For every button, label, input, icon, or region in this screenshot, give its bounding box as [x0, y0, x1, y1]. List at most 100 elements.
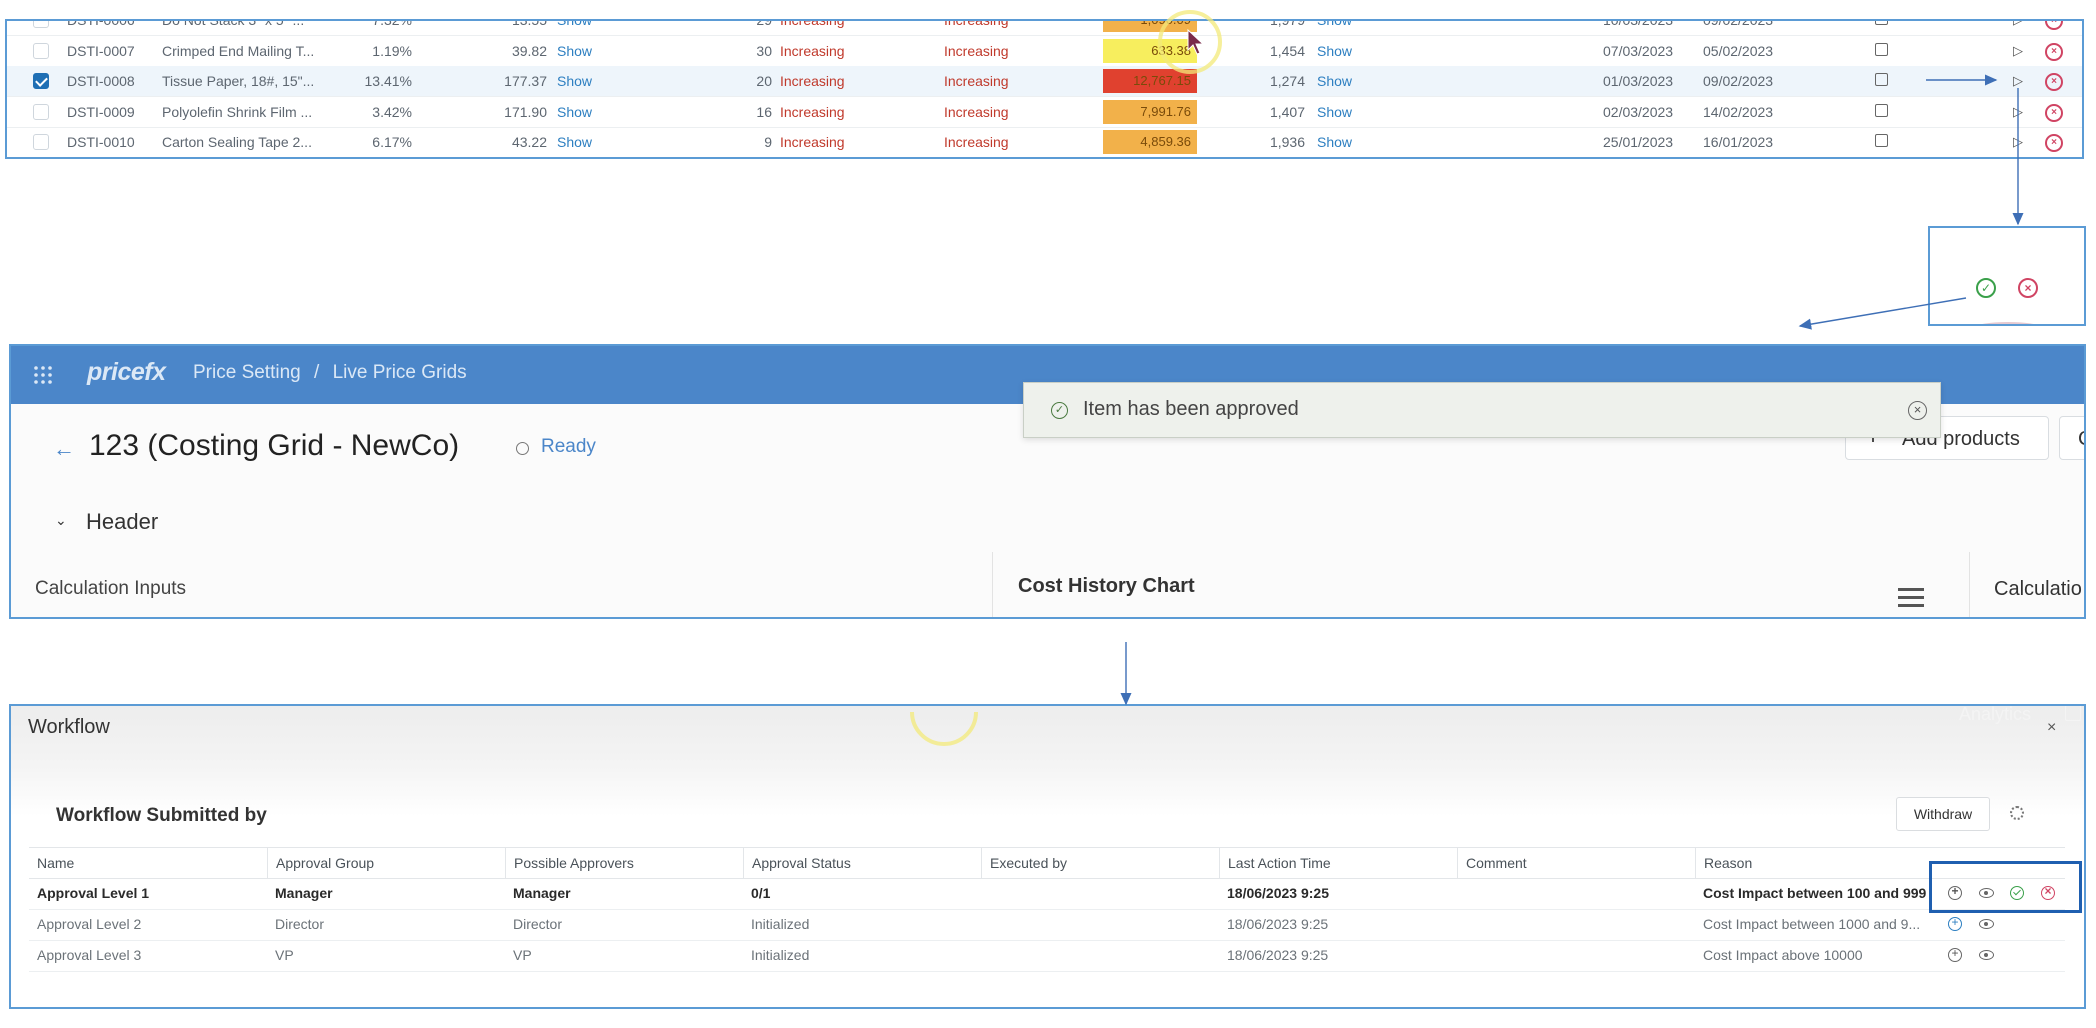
reject-icon[interactable]: × [2045, 134, 2063, 152]
date-value: 09/02/2023 [1703, 73, 1774, 89]
trend-value: Increasing [944, 19, 1009, 28]
price-value: 177.37 [504, 73, 547, 89]
show-link[interactable]: Show [557, 36, 607, 66]
column-header[interactable]: Name [29, 848, 267, 878]
app-logo[interactable]: pricefx [87, 358, 166, 387]
column-header[interactable]: Last Action Time [1219, 848, 1457, 878]
table-row[interactable]: DSTI-0007 Crimped End Mailing T... 1.19% 39… [7, 36, 2082, 67]
toast-message: Item has been approved [1083, 398, 1299, 420]
show-link[interactable]: Show [557, 127, 607, 157]
show-link[interactable]: Show [1317, 21, 1367, 35]
reject-icon[interactable]: × [2045, 73, 2063, 91]
column-header[interactable]: Possible Approvers [505, 848, 743, 878]
cell-comment [1457, 878, 1703, 909]
cut-off-label: C [2078, 428, 2084, 451]
send-icon[interactable]: ▷ [2010, 73, 2026, 89]
close-circle-icon[interactable]: × [1908, 401, 1927, 420]
trend-value: Increasing [780, 73, 845, 89]
external-link-icon[interactable] [1875, 42, 1888, 56]
checkbox-icon[interactable] [33, 21, 49, 28]
send-icon[interactable]: ▷ [2010, 43, 2026, 59]
reject-icon[interactable]: × [2045, 21, 2063, 30]
withdraw-button[interactable]: Withdraw [1896, 797, 1990, 831]
heat-cell: 1,090.09 [1103, 21, 1197, 32]
apps-grid-icon[interactable] [33, 365, 53, 385]
column-header[interactable]: Comment [1457, 848, 1695, 878]
table-row[interactable]: DSTI-0010 Carton Sealing Tape 2... 6.17% 43… [7, 127, 2082, 157]
show-link[interactable]: Show [1317, 97, 1367, 127]
checkbox-icon[interactable] [33, 73, 49, 89]
show-link[interactable]: Show [557, 66, 607, 96]
analytics-label[interactable]: Analytics [1959, 706, 2031, 725]
workflow-row[interactable]: Approval Level 1 Manager Manager 0/1 18/06/2… [29, 878, 2065, 910]
table-row[interactable]: DSTI-0009 Polyolefin Shrink Film ... 3.42%… [7, 97, 2082, 128]
breadcrumb-live-price-grids[interactable]: Live Price Grids [333, 362, 467, 383]
eye-icon[interactable] [1979, 919, 1994, 929]
cut-off-button[interactable]: C [2059, 416, 2084, 460]
table-row[interactable]: DSTI-0006 Do Not Stack 3" x 5" ... 7.32% 13… [7, 19, 2082, 36]
reject-icon[interactable]: × [2045, 42, 2063, 61]
eye-icon[interactable] [1979, 950, 1994, 960]
send-icon[interactable]: ▷ [2010, 134, 2026, 150]
close-icon[interactable]: × [2047, 719, 2056, 737]
column-header[interactable]: Approval Group [267, 848, 505, 878]
count-value: 1,936 [1269, 134, 1305, 150]
add-circle-icon[interactable] [1948, 915, 1962, 931]
product-id: DSTI-0009 [67, 103, 135, 120]
checkbox-icon[interactable] [33, 134, 49, 150]
table-row[interactable]: DSTI-0008 Tissue Paper, 18#, 15"... 13.41%… [7, 66, 2082, 97]
count-value: 1,274 [1269, 73, 1305, 89]
send-icon[interactable]: ▷ [2010, 104, 2026, 120]
show-link[interactable]: Show [1317, 36, 1367, 66]
show-link[interactable]: Show [1317, 66, 1367, 96]
add-circle-icon[interactable] [1948, 946, 1962, 962]
back-arrow-icon[interactable]: ← [53, 436, 75, 462]
price-value: 13.55 [511, 19, 547, 28]
external-link-icon[interactable] [2065, 706, 2081, 721]
workflow-row[interactable]: Approval Level 2 Director Director Initiali… [29, 909, 2065, 941]
cell-approvers: Manager [513, 885, 571, 901]
external-link-icon[interactable] [1875, 134, 1888, 147]
external-link-icon[interactable] [1875, 21, 1888, 25]
column-header[interactable]: Executed by [981, 848, 1219, 878]
workflow-row[interactable]: Approval Level 3 VP VP Initialized 18/06/202… [29, 940, 2065, 972]
count-value: 1,979 [1269, 19, 1305, 28]
price-value: 43.22 [511, 134, 547, 150]
reject-icon[interactable]: × [2045, 103, 2063, 122]
hamburger-menu-icon[interactable] [1898, 588, 1924, 608]
percent-value: 3.42% [372, 103, 412, 120]
show-link[interactable]: Show [557, 97, 607, 127]
check-circle-icon: ✓ [1051, 402, 1068, 419]
approve-icon[interactable]: ✓ [1976, 278, 1996, 298]
product-name: Polyolefin Shrink Film ... [162, 103, 313, 120]
column-header[interactable]: Approval Status [743, 848, 981, 878]
percent-value: 13.41% [364, 73, 412, 89]
trend-value: Increasing [780, 134, 845, 150]
external-link-icon[interactable] [1875, 103, 1888, 117]
checkbox-icon[interactable] [33, 103, 49, 120]
qty-value: 9 [764, 134, 772, 150]
price-value: 39.82 [511, 42, 547, 59]
external-link-icon[interactable] [1875, 73, 1888, 86]
trend-value: Increasing [944, 134, 1009, 150]
chevron-down-icon[interactable]: ⌄ [55, 512, 67, 529]
breadcrumb-price-setting[interactable]: Price Setting [193, 362, 301, 383]
cell-reason: Cost Impact between 1000 and 9... [1703, 916, 1921, 932]
header-toggle[interactable]: Header [86, 509, 158, 535]
send-icon[interactable]: ▷ [2010, 21, 2026, 28]
gear-icon[interactable] [2010, 806, 2024, 820]
top-table-panel: DSTI-0006 Do Not Stack 3" x 5" ... 7.32% 13… [5, 19, 2084, 159]
checkbox-icon[interactable] [33, 42, 49, 59]
section-divider [992, 552, 993, 617]
show-link[interactable]: Show [1317, 127, 1367, 157]
reject-icon[interactable]: × [2018, 278, 2038, 298]
date-value: 14/02/2023 [1703, 103, 1774, 120]
cell-group: VP [275, 947, 294, 963]
show-link[interactable]: Show [557, 21, 607, 35]
date-value: 16/01/2023 [1703, 134, 1774, 150]
section-divider [1969, 552, 1970, 617]
heat-cell: 633.38 [1103, 38, 1197, 63]
percent-value: 1.19% [372, 42, 412, 59]
product-id: DSTI-0008 [67, 73, 135, 89]
qty-value: 16 [756, 103, 772, 120]
